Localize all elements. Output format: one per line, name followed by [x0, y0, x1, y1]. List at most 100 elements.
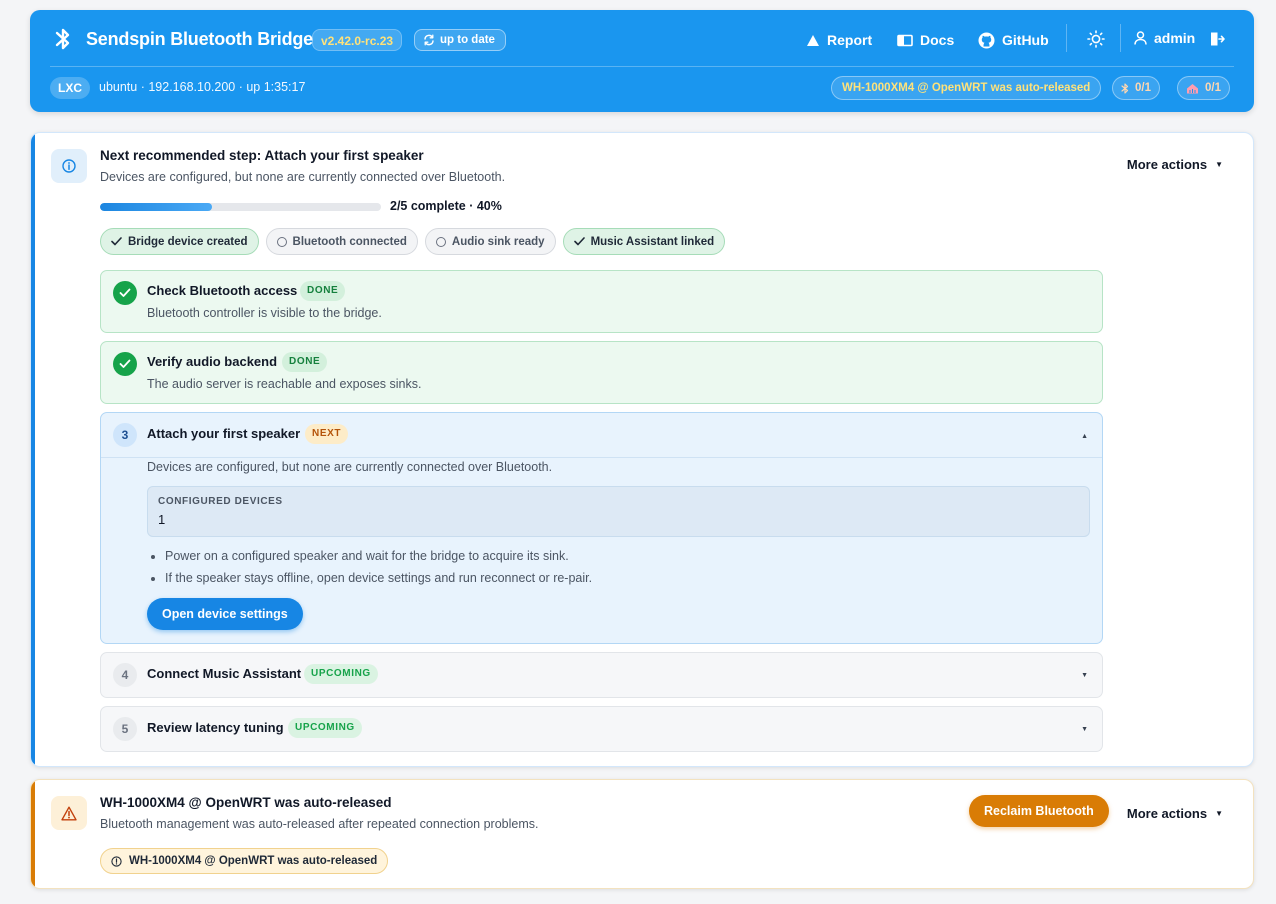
- caret-down-icon: ▼: [1081, 726, 1088, 733]
- chip-label: Audio sink ready: [451, 235, 545, 248]
- report-link[interactable]: Report: [806, 30, 872, 50]
- sink-count: 0/1: [1205, 82, 1221, 94]
- nav-divider-2: [1120, 24, 1121, 52]
- more-actions-label: More actions: [1126, 157, 1208, 172]
- progress-bar: [100, 203, 381, 211]
- status-badge: DONE: [300, 281, 346, 301]
- github-link[interactable]: GitHub: [978, 30, 1049, 50]
- caret-up-icon[interactable]: ▲: [1081, 433, 1088, 440]
- step-desc: The audio server is reachable and expose…: [147, 377, 422, 391]
- chip-bridge-device-created: Bridge device created: [100, 228, 259, 255]
- auto-released-chip: WH-1000XM4 @ OpenWRT was auto-released: [100, 848, 389, 874]
- chip-label: Bluetooth connected: [292, 235, 407, 248]
- chip-label: Bridge device created: [128, 235, 248, 248]
- info-icon: [111, 855, 122, 867]
- hint-list: Power on a configured speaker and wait f…: [165, 549, 592, 593]
- user-menu[interactable]: admin: [1134, 30, 1195, 46]
- step-number: 5: [113, 717, 137, 741]
- step-desc: Bluetooth controller is visible to the b…: [147, 306, 382, 320]
- header-divider: [50, 66, 1234, 67]
- card-accent: [31, 133, 35, 766]
- step-review-latency-tuning[interactable]: 5 Review latency tuning UPCOMING ▼: [100, 706, 1103, 752]
- chip-music-assistant-linked: Music Assistant linked: [562, 228, 726, 255]
- step-title: Review latency tuning: [147, 720, 284, 735]
- warning-triangle-icon: [807, 34, 819, 46]
- configured-devices-label: CONFIGURED DEVICES: [158, 496, 283, 507]
- onboarding-title: Next recommended step: Attach your first…: [100, 148, 424, 163]
- github-label: GitHub: [1002, 32, 1049, 48]
- sink-count-chip[interactable]: 0/1: [1177, 76, 1230, 100]
- step-title: Connect Music Assistant: [147, 666, 302, 681]
- logout-icon[interactable]: [1209, 31, 1225, 47]
- step-connect-music-assistant[interactable]: 4 Connect Music Assistant UPCOMING ▼: [100, 652, 1103, 698]
- info-icon: [62, 159, 76, 173]
- chip-label: Music Assistant linked: [590, 235, 715, 248]
- step-title[interactable]: Attach your first speaker: [147, 426, 300, 441]
- warning-icon-box: [51, 796, 87, 830]
- step-desc: Devices are configured, but none are cur…: [147, 460, 553, 474]
- status-badge: UPCOMING: [288, 718, 362, 738]
- more-actions-label: More actions: [1126, 806, 1208, 821]
- header-top-row: Sendspin Bluetooth Bridge v2.42.0-rc.23 …: [30, 10, 1254, 67]
- docs-label: Docs: [920, 32, 955, 48]
- runtime-badge: LXC: [50, 77, 90, 99]
- caret-down-icon: ▼: [1215, 809, 1223, 818]
- configured-devices-box: CONFIGURED DEVICES 1: [147, 486, 1090, 537]
- app-header: Sendspin Bluetooth Bridge v2.42.0-rc.23 …: [30, 10, 1254, 112]
- step-number: 4: [113, 663, 137, 687]
- empty-circle-icon: [276, 236, 287, 247]
- chip-audio-sink-ready: Audio sink ready: [424, 228, 556, 255]
- bluetooth-icon: [1121, 82, 1129, 94]
- auto-released-chip[interactable]: WH-1000XM4 @ OpenWRT was auto-released: [831, 76, 1102, 100]
- step-check-icon: [113, 352, 137, 376]
- bluetooth-logo-icon: [55, 28, 70, 50]
- step-check-bluetooth-access: Check Bluetooth access DONE Bluetooth co…: [100, 270, 1103, 333]
- caret-down-icon: ▼: [1081, 672, 1088, 679]
- progress-fill: [100, 203, 213, 211]
- chip-bluetooth-connected: Bluetooth connected: [265, 228, 418, 255]
- more-actions-button[interactable]: More actions ▼: [1127, 157, 1223, 172]
- docs-link[interactable]: Docs: [897, 30, 954, 50]
- bluetooth-count: 0/1: [1135, 82, 1151, 94]
- alert-subtitle: Bluetooth management was auto-released a…: [100, 817, 539, 831]
- chip-label: WH-1000XM4 @ OpenWRT was auto-released: [129, 855, 378, 867]
- nav-divider: [1066, 24, 1067, 52]
- update-status-label: up to date: [440, 34, 495, 46]
- update-status-badge[interactable]: up to date: [414, 29, 506, 51]
- caret-down-icon: ▼: [1215, 160, 1223, 169]
- reclaim-bluetooth-button[interactable]: Reclaim Bluetooth: [969, 795, 1109, 827]
- status-badge: DONE: [282, 352, 328, 372]
- bluetooth-count-chip[interactable]: 0/1: [1112, 76, 1160, 100]
- info-icon-box: [51, 149, 87, 183]
- step-number: 3: [113, 423, 137, 447]
- more-actions-button[interactable]: More actions ▼: [1127, 806, 1223, 821]
- check-icon: [111, 237, 122, 246]
- version-badge[interactable]: v2.42.0-rc.23: [312, 29, 403, 51]
- refresh-icon: [424, 34, 434, 46]
- warning-triangle-icon: [61, 806, 77, 820]
- onboarding-subtitle: Devices are configured, but none are cur…: [100, 170, 506, 184]
- github-icon: [978, 32, 995, 48]
- milestone-chips: Bridge device created Bluetooth connecte…: [100, 228, 726, 255]
- status-badge: NEXT: [305, 424, 349, 444]
- speaker-house-icon: [1187, 83, 1198, 93]
- app-title: Sendspin Bluetooth Bridge: [86, 29, 313, 49]
- list-item: If the speaker stays offline, open devic…: [165, 571, 592, 585]
- empty-circle-icon: [435, 236, 446, 247]
- auto-release-alert-card: WH-1000XM4 @ OpenWRT was auto-released B…: [30, 779, 1254, 889]
- host-info: ubuntu · 192.168.10.200 · up 1:35:17: [99, 80, 306, 94]
- step-title: Verify audio backend: [147, 354, 278, 369]
- list-item: Power on a configured speaker and wait f…: [165, 549, 592, 563]
- open-device-settings-button[interactable]: Open device settings: [147, 598, 303, 630]
- theme-toggle-sun-icon[interactable]: [1087, 30, 1105, 48]
- username-label: admin: [1154, 30, 1196, 46]
- step-title: Check Bluetooth access: [147, 283, 298, 298]
- onboarding-card: Next recommended step: Attach your first…: [30, 132, 1254, 767]
- report-label: Report: [827, 32, 873, 48]
- step-verify-audio-backend: Verify audio backend DONE The audio serv…: [100, 341, 1103, 404]
- card-accent: [31, 780, 35, 888]
- book-icon: [897, 34, 913, 46]
- progress-text: 2/5 complete · 40%: [390, 199, 502, 213]
- configured-devices-value: 1: [158, 512, 166, 527]
- user-icon: [1134, 31, 1147, 45]
